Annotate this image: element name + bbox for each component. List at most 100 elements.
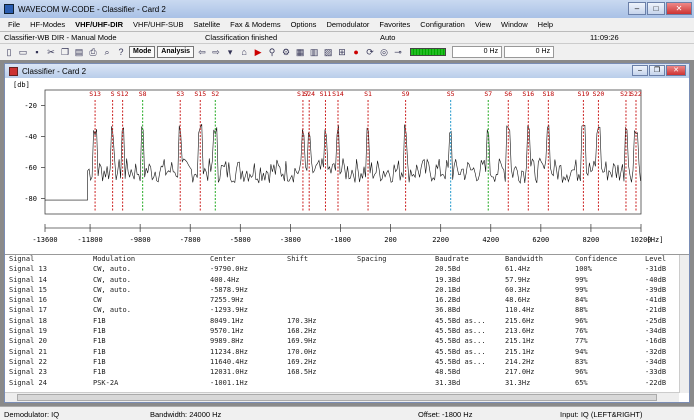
column-header[interactable]: Level bbox=[645, 255, 666, 263]
settings-icon[interactable]: ⚙ bbox=[280, 46, 292, 58]
copy-icon[interactable]: ❐ bbox=[59, 46, 71, 58]
lock-icon[interactable]: ⌂ bbox=[238, 46, 250, 58]
analysis-button[interactable]: Analysis bbox=[157, 46, 195, 58]
dropdown-icon[interactable]: ▾ bbox=[224, 46, 236, 58]
table-row[interactable]: Signal 23 F1B 12031.0Hz 168.5Hz 48.5Bd 217.0H… bbox=[5, 368, 689, 378]
column-header[interactable]: Spacing bbox=[357, 255, 387, 263]
column-header[interactable]: Baudrate bbox=[435, 255, 469, 263]
table-row[interactable]: Signal 21 F1B 11234.8Hz 170.0Hz 45.5Bd as...… bbox=[5, 348, 689, 358]
table-cell: 213.6Hz bbox=[505, 327, 535, 336]
table-cell: 60.3Hz bbox=[505, 285, 531, 294]
left-arrow-icon[interactable]: ⇦ bbox=[196, 46, 208, 58]
column-header[interactable]: Center bbox=[210, 255, 235, 263]
child-restore-button[interactable]: ❐ bbox=[649, 65, 665, 76]
record-icon[interactable]: ▶ bbox=[252, 46, 264, 58]
cut-icon[interactable]: ✂ bbox=[45, 46, 57, 58]
table-row[interactable]: Signal 16 CW 7255.9Hz 16.2Bd 48.6Hz 84% -41dB bbox=[5, 296, 689, 306]
table-row[interactable]: Signal 15 CW, auto. -5878.9Hz 20.1Bd 60.3Hz 9… bbox=[5, 286, 689, 296]
table-cell: CW, auto. bbox=[93, 265, 131, 274]
menu-view[interactable]: View bbox=[470, 20, 496, 29]
minimize-button[interactable]: – bbox=[628, 2, 646, 15]
maximize-button[interactable]: □ bbox=[647, 2, 665, 15]
menu-demodulator[interactable]: Demodulator bbox=[321, 20, 374, 29]
x-tick-label: -7800 bbox=[180, 236, 201, 244]
menu-fax-modems[interactable]: Fax & Modems bbox=[225, 20, 285, 29]
clock-text: 11:09:26 bbox=[590, 33, 619, 42]
close-button[interactable]: ✕ bbox=[666, 2, 692, 15]
table-row[interactable]: Signal 14 CW, auto. 400.4Hz 19.3Bd 57.9Hz 99%… bbox=[5, 276, 689, 286]
table-cell: F1B bbox=[93, 368, 106, 377]
menu-favorites[interactable]: Favorites bbox=[374, 20, 415, 29]
scroll-thumb[interactable] bbox=[17, 394, 657, 401]
child-close-button[interactable]: ✕ bbox=[666, 65, 686, 76]
table-row[interactable]: Signal 22 F1B 11640.4Hz 169.2Hz 45.5Bd as...… bbox=[5, 358, 689, 368]
table-cell: -41dB bbox=[645, 296, 667, 305]
menu-options[interactable]: Options bbox=[286, 20, 322, 29]
table-cell: 96% bbox=[575, 316, 588, 325]
menu-vhf-uhf-dir[interactable]: VHF/UHF-DIR bbox=[70, 20, 128, 29]
child-minimize-button[interactable]: – bbox=[632, 65, 648, 76]
table-row[interactable]: Signal 17 CW, auto. -1293.9Hz 36.8Bd 110.4Hz… bbox=[5, 306, 689, 316]
table-row[interactable]: Signal 20 F1B 9989.8Hz 169.9Hz 45.5Bd as... 2… bbox=[5, 337, 689, 347]
rec-icon[interactable]: ● bbox=[350, 46, 362, 58]
table-row[interactable]: Signal 24 PSK-2A -1001.1Hz 31.3Bd 31.3Hz 65% -… bbox=[5, 379, 689, 389]
save-icon[interactable]: ▪ bbox=[31, 46, 43, 58]
app-titlebar: WAVECOM W-CODE - Classifier - Card 2 – □… bbox=[0, 0, 694, 18]
table-cell: -32dB bbox=[645, 347, 667, 356]
table-cell: 170.0Hz bbox=[287, 347, 317, 356]
menu-window[interactable]: Window bbox=[496, 20, 533, 29]
signal-marker-label: S bbox=[111, 90, 115, 98]
signal-marker-label: S18 bbox=[542, 90, 554, 98]
column-header[interactable]: Modulation bbox=[93, 255, 135, 263]
menu-help[interactable]: Help bbox=[533, 20, 558, 29]
table-cell: 36.8Bd bbox=[435, 306, 461, 315]
table-cell: -33dB bbox=[645, 368, 667, 377]
signal-marker-label: S22 bbox=[630, 90, 642, 98]
table-cell: 48.6Hz bbox=[505, 296, 531, 305]
status-bar: Demodulator: IQ Bandwidth: 24000 Hz Offs… bbox=[0, 406, 694, 420]
menu-hf-modes[interactable]: HF-Modes bbox=[25, 20, 70, 29]
link-icon[interactable]: ⊸ bbox=[392, 46, 404, 58]
column-header[interactable]: Shift bbox=[287, 255, 308, 263]
column-header[interactable]: Signal bbox=[9, 255, 34, 263]
filter-icon[interactable]: ⚲ bbox=[266, 46, 278, 58]
menu-configuration[interactable]: Configuration bbox=[415, 20, 470, 29]
column-header[interactable]: Bandwidth bbox=[505, 255, 543, 263]
spectrum-chart[interactable]: [db] -20 -40 -60 -80 -13600 -11800 -9800 -7800 -5… bbox=[5, 78, 689, 252]
column-header[interactable]: Confidence bbox=[575, 255, 617, 263]
paste-icon[interactable]: ▤ bbox=[73, 46, 85, 58]
table-row[interactable]: Signal 19 F1B 9570.1Hz 168.2Hz 45.5Bd as... 2… bbox=[5, 327, 689, 337]
table-row[interactable]: Signal 13 CW, auto. -9790.0Hz 20.5Bd 61.4Hz 1… bbox=[5, 265, 689, 275]
layout-icon[interactable]: ▥ bbox=[308, 46, 320, 58]
chart-icon[interactable]: ▨ bbox=[322, 46, 334, 58]
grid-icon[interactable]: ▦ bbox=[294, 46, 306, 58]
new-icon[interactable]: ▯ bbox=[3, 46, 15, 58]
table-cell: 215.1Hz bbox=[505, 347, 535, 356]
table-cell: 45.5Bd as... bbox=[435, 337, 486, 346]
table-cell: 83% bbox=[575, 357, 588, 366]
split-icon[interactable]: ⊞ bbox=[336, 46, 348, 58]
table-cell: 217.0Hz bbox=[505, 368, 535, 377]
print-icon[interactable]: ⎙ bbox=[87, 46, 99, 58]
mode-button[interactable]: Mode bbox=[129, 46, 156, 58]
right-arrow-icon[interactable]: ⇨ bbox=[210, 46, 222, 58]
sync-icon[interactable]: ⟳ bbox=[364, 46, 376, 58]
help-icon[interactable]: ? bbox=[115, 46, 127, 58]
menu-file[interactable]: File bbox=[3, 20, 25, 29]
table-cell: PSK-2A bbox=[93, 378, 119, 387]
open-icon[interactable]: ▭ bbox=[17, 46, 29, 58]
menu-satellite[interactable]: Satellite bbox=[188, 20, 225, 29]
menu-vhf-uhf-sub[interactable]: VHF/UHF-SUB bbox=[128, 20, 188, 29]
signal-marker-label: S2 bbox=[211, 90, 219, 98]
horizontal-scrollbar[interactable] bbox=[5, 392, 679, 402]
vertical-scrollbar[interactable] bbox=[679, 255, 689, 393]
table-row[interactable]: Signal 18 F1B 8049.1Hz 170.3Hz 45.5Bd as... 2… bbox=[5, 317, 689, 327]
x-tick-label: 4200 bbox=[482, 236, 499, 244]
classifier-icon bbox=[9, 66, 18, 76]
table-cell: CW, auto. bbox=[93, 285, 131, 294]
find-icon[interactable]: ⌕ bbox=[101, 46, 113, 58]
signal-marker-label: S1 bbox=[364, 90, 372, 98]
table-cell: 400.4Hz bbox=[210, 275, 240, 284]
scope-icon[interactable]: ◎ bbox=[378, 46, 390, 58]
table-cell: CW, auto. bbox=[93, 275, 131, 284]
